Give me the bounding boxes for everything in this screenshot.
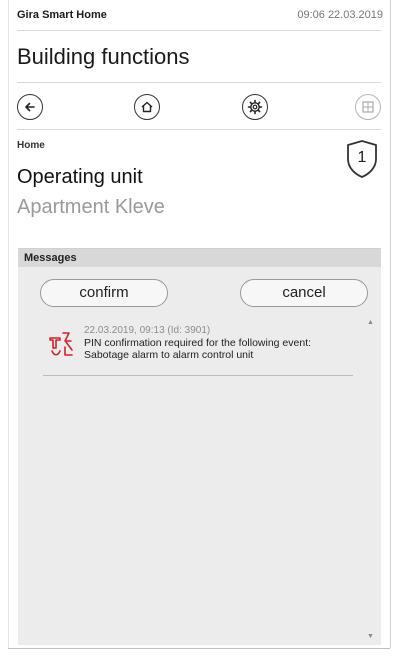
page-title: Operating unit [17,166,143,188]
confirm-button[interactable]: confirm [40,279,168,307]
nav-bar [17,94,383,124]
scroll-down-arrow-icon[interactable]: ▼ [367,633,374,640]
divider [17,129,381,130]
messages-header: Messages [18,249,381,267]
divider [17,30,381,31]
security-level-badge: 1 [345,139,379,179]
settings-button[interactable] [242,94,268,120]
page-subtitle: Apartment Kleve [17,196,165,218]
grid-icon [362,101,374,113]
breadcrumb[interactable]: Home [17,140,45,151]
messages-list[interactable]: 22.03.2019, 09:13 (Id: 3901) PIN confirm… [36,315,366,645]
header-title: Building functions [17,44,190,69]
home-icon [141,101,153,113]
status-bar: Gira Smart Home 09:06 22.03.2019 [17,9,383,25]
scroll-up-arrow-icon[interactable]: ▲ [367,319,374,326]
sabotage-alarm-icon [49,332,73,356]
cancel-button[interactable]: cancel [240,279,368,307]
divider [17,82,381,83]
app-name: Gira Smart Home [17,9,107,21]
security-level-number: 1 [357,149,367,166]
messages-panel: Messages confirm cancel 22.03.2019, 09:1… [18,248,381,645]
message-text: PIN confirmation required for the follow… [84,337,312,361]
settings-gear-icon [247,99,263,115]
frame-bottom-border [8,648,390,649]
grid-button[interactable] [355,94,381,120]
message-meta: 22.03.2019, 09:13 (Id: 3901) [84,325,211,336]
back-arrow-icon [25,102,35,112]
list-item[interactable]: 22.03.2019, 09:13 (Id: 3901) PIN confirm… [43,323,353,376]
status-datetime: 09:06 22.03.2019 [297,9,383,21]
back-button[interactable] [17,94,43,120]
home-button[interactable] [134,94,160,120]
